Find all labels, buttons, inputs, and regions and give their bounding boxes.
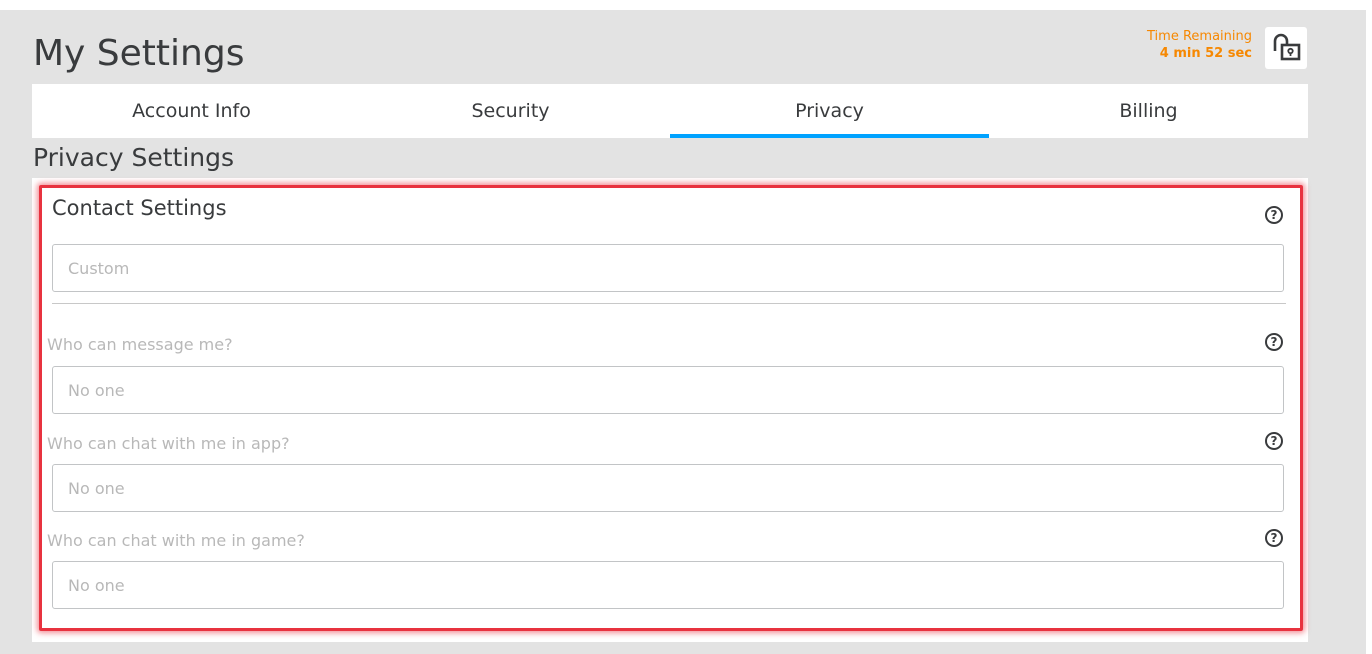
help-icon[interactable]: ? bbox=[1265, 529, 1283, 547]
who-can-chat-game-dropdown[interactable]: No one bbox=[52, 561, 1284, 609]
who-can-message-dropdown[interactable]: No one bbox=[52, 366, 1284, 414]
contact-settings-title: Contact Settings bbox=[52, 196, 227, 220]
section-title: Privacy Settings bbox=[33, 143, 235, 172]
who-can-chat-app-label: Who can chat with me in app? bbox=[47, 434, 290, 453]
time-remaining: Time Remaining 4 min 52 sec bbox=[1100, 28, 1252, 62]
who-can-chat-game-label: Who can chat with me in game? bbox=[47, 531, 305, 550]
who-can-message-label: Who can message me? bbox=[47, 335, 233, 354]
divider bbox=[52, 303, 1286, 304]
tab-privacy[interactable]: Privacy bbox=[670, 84, 989, 138]
contact-settings-dropdown[interactable]: Custom bbox=[52, 244, 1284, 292]
tab-label: Privacy bbox=[795, 100, 864, 122]
tab-label: Billing bbox=[1119, 100, 1178, 122]
time-remaining-value: 4 min 52 sec bbox=[1159, 46, 1252, 61]
help-icon[interactable]: ? bbox=[1265, 432, 1283, 450]
tab-billing[interactable]: Billing bbox=[989, 84, 1308, 138]
unlocked-padlock-icon bbox=[1273, 33, 1301, 61]
settings-tabs: Account Info Security Privacy Billing bbox=[32, 84, 1308, 138]
lock-button[interactable] bbox=[1265, 27, 1307, 69]
tab-label: Account Info bbox=[132, 100, 251, 122]
time-remaining-label: Time Remaining bbox=[1147, 29, 1252, 44]
tab-security[interactable]: Security bbox=[351, 84, 670, 138]
tab-account-info[interactable]: Account Info bbox=[32, 84, 351, 138]
who-can-chat-app-dropdown[interactable]: No one bbox=[52, 464, 1284, 512]
tab-label: Security bbox=[471, 100, 550, 122]
help-icon[interactable]: ? bbox=[1265, 206, 1283, 224]
help-icon[interactable]: ? bbox=[1265, 333, 1283, 351]
page-title: My Settings bbox=[33, 33, 245, 74]
